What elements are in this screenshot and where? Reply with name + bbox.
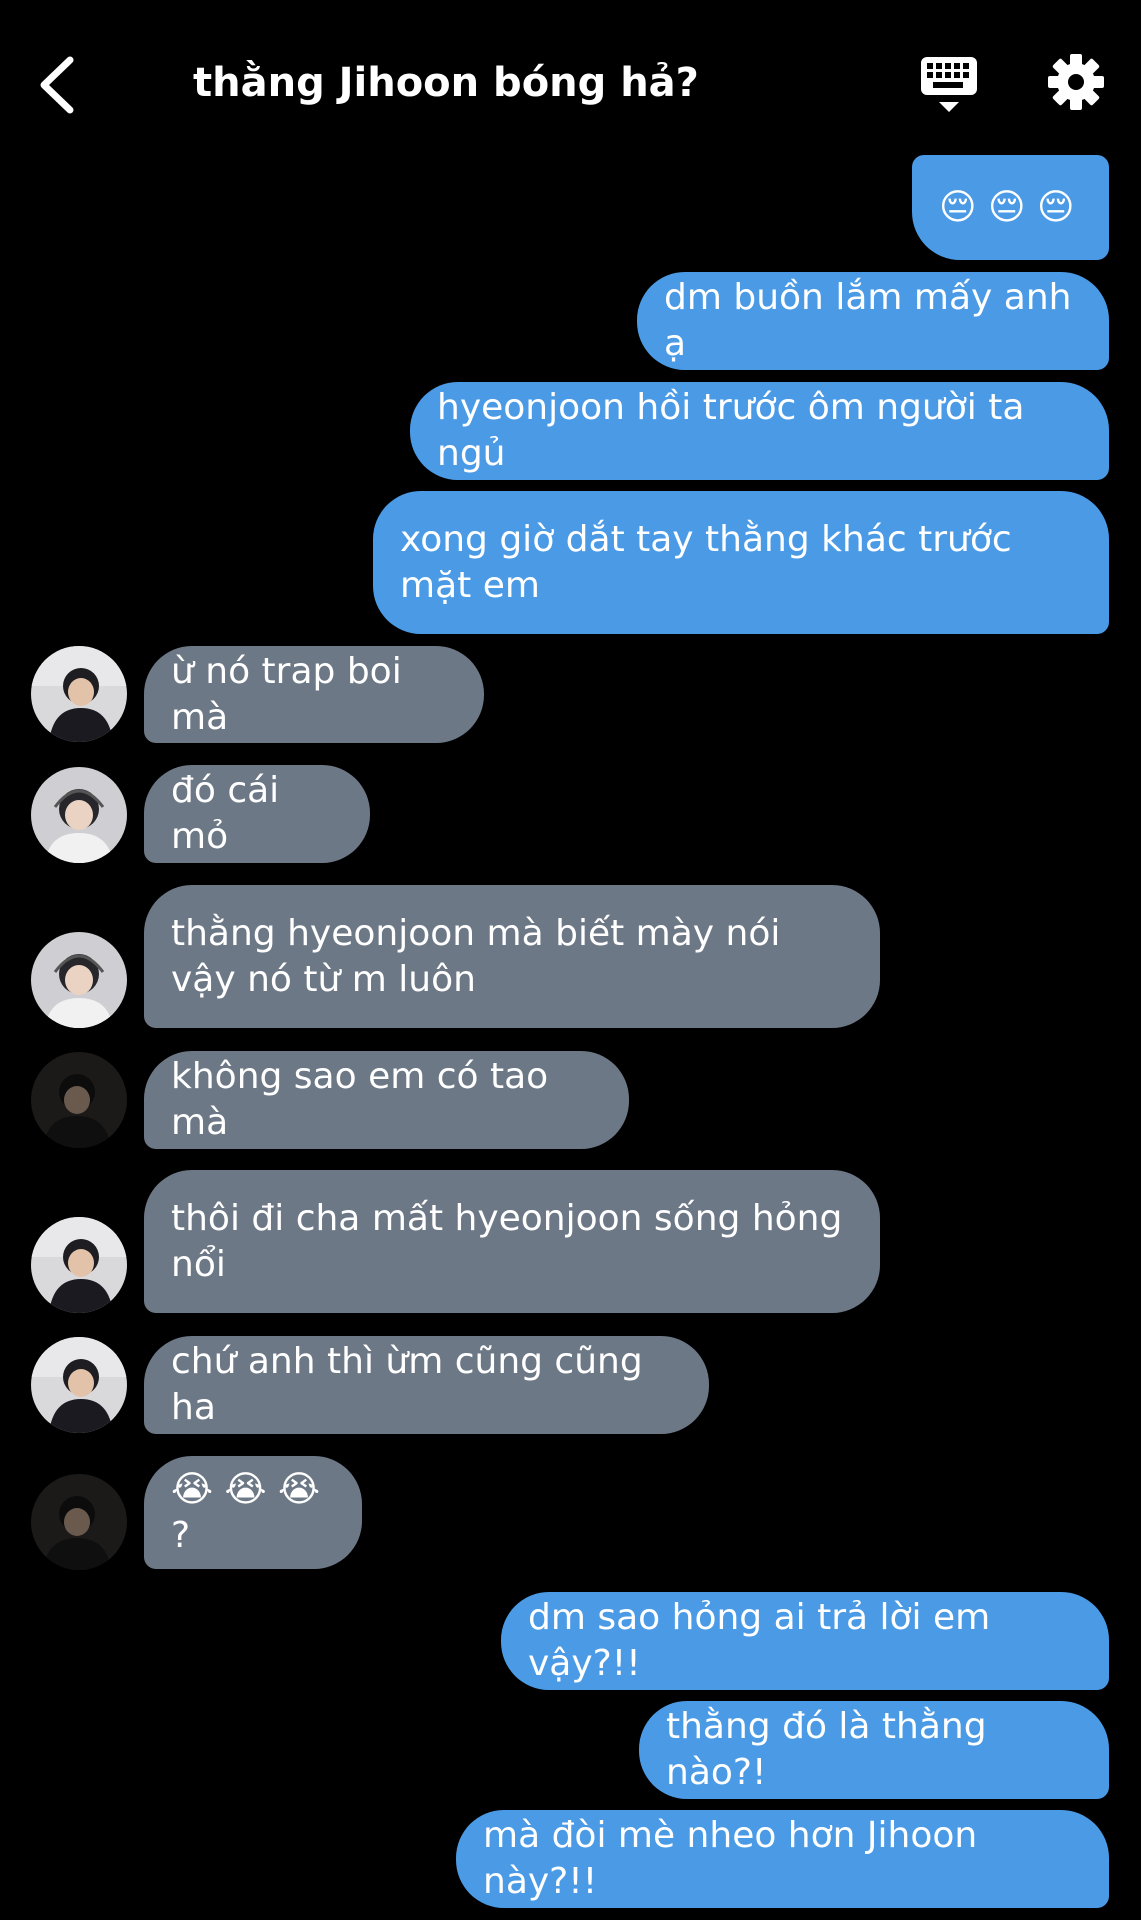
message-text: dm sao hỏng ai trả lời em vậy?!! xyxy=(528,1597,1002,1684)
back-button[interactable] xyxy=(30,40,90,130)
message-bubble-outgoing[interactable]: thằng đó là thằng nào?! xyxy=(639,1701,1109,1799)
message-bubble-incoming[interactable]: đó cái mỏ xyxy=(144,765,370,863)
message-bubble-outgoing[interactable]: dm buồn lắm mấy anh ạ xyxy=(637,272,1109,370)
message-bubble-outgoing[interactable]: dm sao hỏng ai trả lời em vậy?!! xyxy=(501,1592,1109,1690)
message-text: hyeonjoon hồi trước ôm người ta ngủ xyxy=(437,387,1036,474)
message-text: mà đòi mè nheo hơn Jihoon này?!! xyxy=(483,1815,989,1902)
message-text: chứ anh thì ừm cũng cũng ha xyxy=(171,1341,655,1428)
message-text: dm buồn lắm mấy anh ạ xyxy=(664,277,1083,364)
avatar[interactable] xyxy=(31,1474,127,1570)
message-bubble-outgoing[interactable]: mà đòi mè nheo hơn Jihoon này?!! xyxy=(456,1810,1109,1908)
avatar-photo xyxy=(31,1052,127,1148)
avatar[interactable] xyxy=(31,1217,127,1313)
message-bubble-incoming[interactable]: không sao em có tao mà xyxy=(144,1051,629,1149)
settings-button[interactable] xyxy=(1046,52,1106,112)
avatar-photo xyxy=(31,1474,127,1570)
avatar-photo xyxy=(31,646,127,742)
chevron-left-icon xyxy=(40,56,74,114)
message-bubble-incoming[interactable]: 😭 😭 😭 ? xyxy=(144,1456,362,1569)
message-bubble-incoming[interactable]: ừ nó trap boi mà xyxy=(144,646,484,743)
avatar-photo xyxy=(31,1217,127,1313)
avatar-photo xyxy=(31,1337,127,1433)
avatar[interactable] xyxy=(31,932,127,1028)
avatar-photo xyxy=(31,767,127,863)
message-bubble-incoming[interactable]: thôi đi cha mất hyeonjoon sống hỏng nổi xyxy=(144,1170,880,1313)
keyboard-icon xyxy=(921,57,977,112)
message-text: không sao em có tao mà xyxy=(171,1056,560,1143)
message-text: xong giờ dắt tay thằng khác trước mặt em xyxy=(400,518,1024,606)
message-bubble-incoming[interactable]: chứ anh thì ừm cũng cũng ha xyxy=(144,1336,709,1434)
message-bubble-outgoing[interactable]: hyeonjoon hồi trước ôm người ta ngủ xyxy=(410,382,1109,480)
message-text: thôi đi cha mất hyeonjoon sống hỏng nổi xyxy=(171,1197,854,1285)
message-text: đó cái mỏ xyxy=(171,770,291,857)
message-bubble-outgoing[interactable]: xong giờ dắt tay thằng khác trước mặt em xyxy=(373,491,1109,634)
avatar[interactable] xyxy=(31,646,127,742)
avatar-photo xyxy=(31,932,127,1028)
message-text: 😔 😔 😔 xyxy=(939,186,1075,228)
message-text: 😭 😭 😭 ? xyxy=(171,1468,332,1556)
avatar[interactable] xyxy=(31,767,127,863)
avatar[interactable] xyxy=(31,1337,127,1433)
message-text: thằng đó là thằng nào?! xyxy=(666,1706,999,1793)
chat-title: thằng Jihoon bóng hả? xyxy=(193,60,699,106)
message-text: thằng hyeonjoon mà biết mày nói vậy nó t… xyxy=(171,912,792,1000)
avatar[interactable] xyxy=(31,1052,127,1148)
keyboard-button[interactable] xyxy=(915,52,983,116)
chat-header: thằng Jihoon bóng hả? xyxy=(0,0,1141,165)
message-bubble-incoming[interactable]: thằng hyeonjoon mà biết mày nói vậy nó t… xyxy=(144,885,880,1028)
message-text: ừ nó trap boi mà xyxy=(171,650,414,738)
gear-icon xyxy=(1048,54,1104,110)
message-bubble-outgoing[interactable]: 😔 😔 😔 xyxy=(912,155,1109,260)
